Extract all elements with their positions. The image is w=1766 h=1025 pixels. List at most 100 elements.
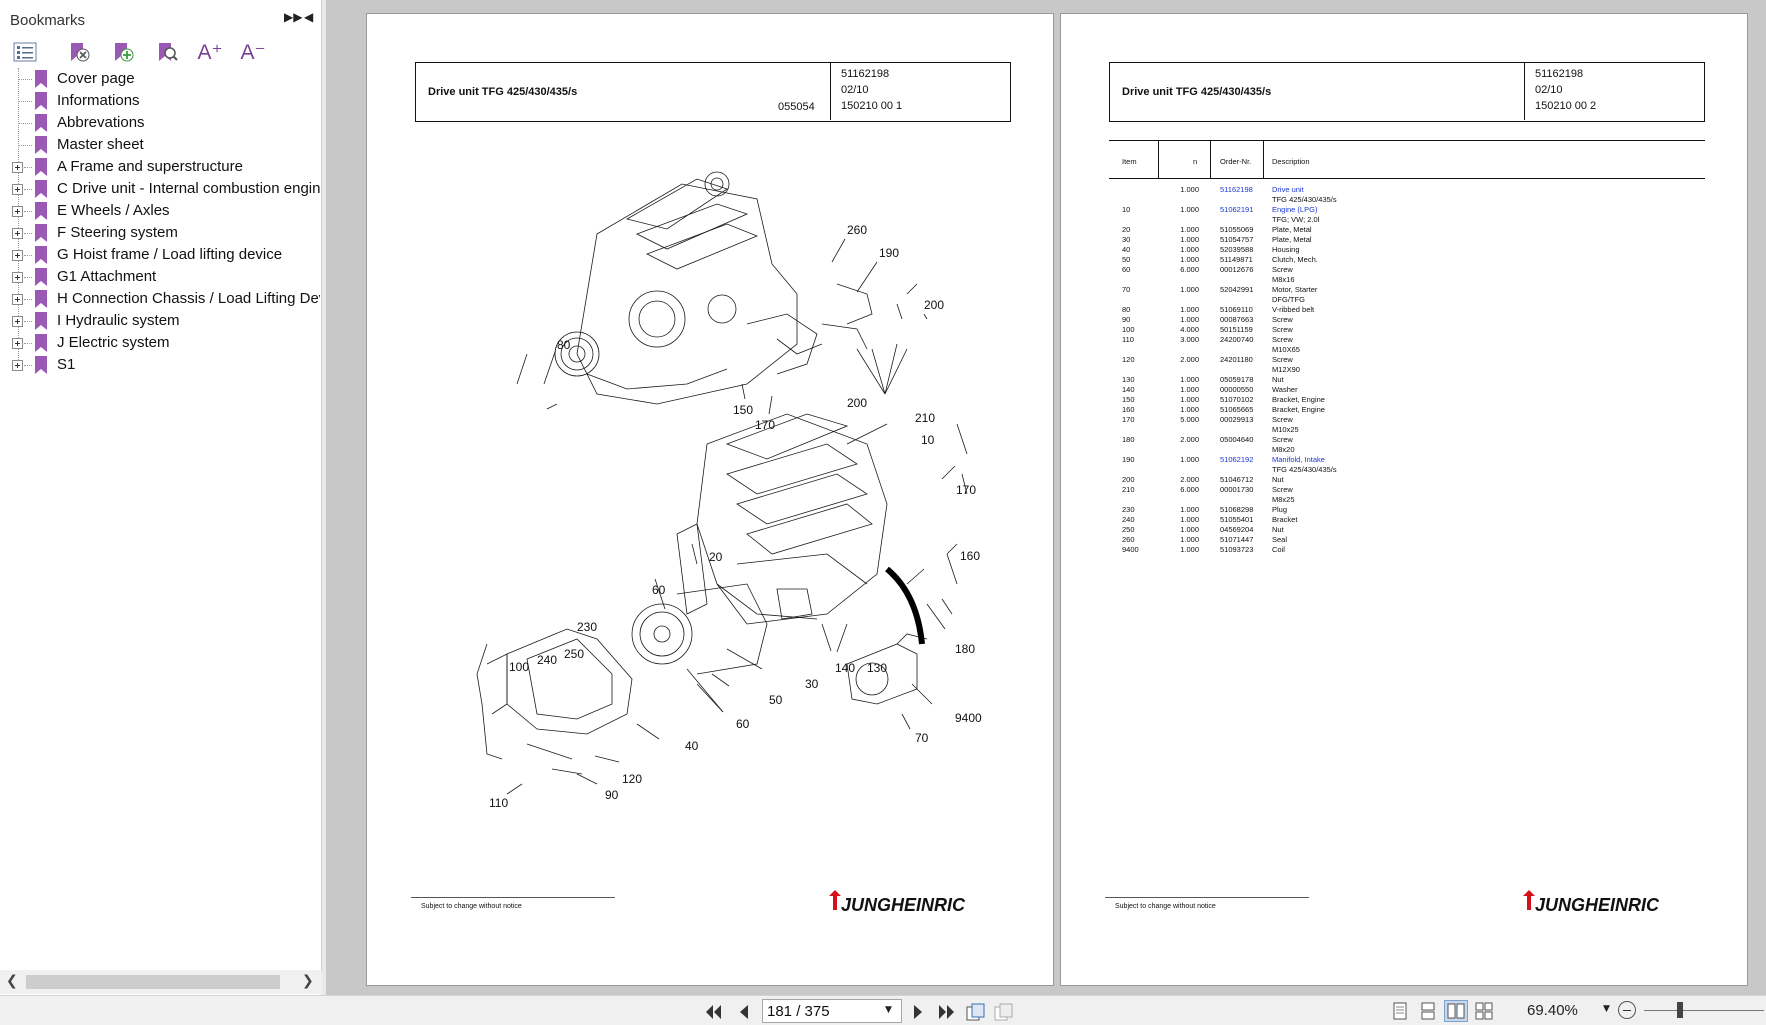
increase-text-size-icon[interactable]: A⁺ — [195, 38, 225, 66]
bookmark-item[interactable]: A Frame and superstructure — [0, 156, 320, 178]
part-callout: 10 — [921, 433, 935, 447]
bookmark-item[interactable]: Abbrevations — [0, 112, 320, 134]
bookmark-item[interactable]: S1 — [0, 354, 320, 376]
part-callout: 170 — [956, 483, 976, 497]
first-page-icon[interactable] — [704, 1002, 724, 1022]
page-dropdown-icon[interactable]: ▼ — [885, 1005, 892, 1015]
part-callout: 60 — [652, 583, 666, 597]
part-callout: 150 — [733, 403, 753, 417]
next-view-icon[interactable] — [994, 1002, 1014, 1022]
delete-bookmark-icon[interactable] — [64, 38, 94, 66]
part-callout: 230 — [577, 620, 597, 634]
single-page-view-icon[interactable] — [1388, 1000, 1412, 1022]
bookmark-item[interactable]: J Electric system — [0, 332, 320, 354]
expand-collapse-icon[interactable] — [10, 38, 40, 66]
part-callout: 190 — [879, 246, 899, 260]
table-cell-desc: Clutch, Mech. — [1272, 255, 1318, 264]
facing-view-icon[interactable] — [1444, 1000, 1468, 1022]
table-cell-desc: Screw — [1272, 435, 1293, 444]
expand-plus-icon[interactable] — [12, 360, 23, 371]
bookmark-item[interactable]: Informations — [0, 90, 320, 112]
zoom-slider-thumb[interactable] — [1677, 1002, 1683, 1018]
bookmark-item[interactable]: G1 Attachment — [0, 266, 320, 288]
expand-plus-icon[interactable] — [12, 338, 23, 349]
continuous-view-icon[interactable] — [1416, 1000, 1440, 1022]
bookmark-label[interactable]: Cover page — [57, 70, 135, 87]
bookmark-item[interactable]: Master sheet — [0, 134, 320, 156]
tree-guide-line — [24, 167, 32, 168]
bookmark-label[interactable]: I Hydraulic system — [57, 312, 180, 329]
table-cell-item: 80 — [1122, 305, 1131, 314]
bookmark-label[interactable]: A Frame and superstructure — [57, 158, 243, 175]
add-bookmark-icon[interactable] — [108, 38, 138, 66]
next-page-icon[interactable] — [908, 1002, 928, 1022]
decrease-text-size-icon[interactable]: A⁻ — [238, 38, 268, 66]
page-number-input[interactable] — [767, 1002, 879, 1020]
table-cell-desc[interactable]: Engine (LPG) — [1272, 205, 1317, 215]
expand-plus-icon[interactable] — [12, 316, 23, 327]
find-bookmark-icon[interactable] — [152, 38, 182, 66]
expand-plus-icon[interactable] — [12, 206, 23, 217]
expand-plus-icon[interactable] — [12, 294, 23, 305]
bookmark-item[interactable]: G Hoist frame / Load lifting device — [0, 244, 320, 266]
bookmark-label[interactable]: G Hoist frame / Load lifting device — [57, 246, 282, 263]
zoom-level[interactable]: 69.40% — [1527, 1002, 1578, 1019]
bookmark-item[interactable]: H Connection Chassis / Load Lifting Devi… — [0, 288, 320, 310]
bookmark-label[interactable]: J Electric system — [57, 334, 170, 351]
scroll-right-arrow-icon[interactable]: ❯ — [302, 973, 314, 989]
bookmark-label[interactable]: S1 — [57, 356, 75, 373]
column-header-item: Item — [1122, 157, 1137, 166]
collapse-panel-icon[interactable]: ◀ — [304, 10, 318, 30]
revision-date: 02/10 — [841, 84, 869, 96]
part-callout: 50 — [769, 693, 783, 707]
scrollbar-thumb[interactable] — [26, 975, 280, 989]
bookmark-item[interactable]: Cover page — [0, 68, 320, 90]
part-callout: 210 — [915, 411, 935, 425]
table-row: 180 2.000 05004640 Screw — [1109, 435, 1705, 445]
expand-plus-icon[interactable] — [12, 272, 23, 283]
table-cell-desc[interactable]: Manifold, Intake — [1272, 455, 1325, 465]
bookmark-item[interactable]: C Drive unit - Internal combustion engin… — [0, 178, 320, 200]
previous-page-icon[interactable] — [734, 1002, 754, 1022]
bookmark-label[interactable]: F Steering system — [57, 224, 178, 241]
table-cell-desc: Nut — [1272, 375, 1284, 384]
page-number-box[interactable]: ▼ — [762, 999, 902, 1023]
bookmark-label[interactable]: C Drive unit - Internal combustion engin… — [57, 180, 320, 197]
table-cell-desc[interactable]: Drive unit — [1272, 185, 1304, 195]
bookmark-label[interactable]: E Wheels / Axles — [57, 202, 170, 219]
zoom-slider-track[interactable] — [1644, 1010, 1764, 1011]
bookmark-label[interactable]: Informations — [57, 92, 140, 109]
bookmark-label[interactable]: Abbrevations — [57, 114, 145, 131]
bookmark-item[interactable]: F Steering system — [0, 222, 320, 244]
bookmarks-horizontal-scrollbar[interactable]: ❮ ❯ — [0, 970, 322, 994]
bookmark-flag-icon — [35, 246, 47, 264]
bookmark-item[interactable]: E Wheels / Axles — [0, 200, 320, 222]
part-callout: 250 — [564, 647, 584, 661]
bookmark-item[interactable]: I Hydraulic system — [0, 310, 320, 332]
expand-plus-icon[interactable] — [12, 250, 23, 261]
part-callout: 60 — [736, 717, 750, 731]
bookmark-label[interactable]: Master sheet — [57, 136, 144, 153]
zoom-dropdown-icon[interactable]: ▼ — [1603, 1004, 1610, 1014]
scroll-left-arrow-icon[interactable]: ❮ — [6, 973, 18, 989]
table-cell-order[interactable]: 51062192 — [1220, 455, 1253, 465]
last-page-icon[interactable] — [936, 1002, 956, 1022]
double-arrow-right-icon[interactable]: ▶▶ — [284, 10, 302, 30]
bookmarks-title: Bookmarks — [10, 12, 86, 29]
jungheinrich-logo: JUNGHEINRICH — [825, 890, 979, 920]
bookmark-label[interactable]: G1 Attachment — [57, 268, 156, 285]
bookmark-label[interactable]: H Connection Chassis / Load Lifting Devi… — [57, 290, 320, 307]
expand-plus-icon[interactable] — [12, 162, 23, 173]
zoom-out-icon[interactable] — [1618, 1001, 1636, 1019]
expand-plus-icon[interactable] — [12, 184, 23, 195]
table-cell-desc: M10X65 — [1272, 345, 1300, 354]
table-cell-order[interactable]: 51062191 — [1220, 205, 1253, 215]
table-cell-order[interactable]: 51162198 — [1220, 185, 1253, 195]
table-cell-desc: M8x25 — [1272, 495, 1295, 504]
continuous-facing-view-icon[interactable] — [1472, 1000, 1496, 1022]
document-view[interactable]: Drive unit TFG 425/430/435/s 055054 5116… — [326, 0, 1766, 995]
previous-view-icon[interactable] — [966, 1002, 986, 1022]
part-callout: 40 — [685, 739, 699, 753]
expand-plus-icon[interactable] — [12, 228, 23, 239]
table-cell-qty: 1.000 — [1180, 545, 1199, 554]
